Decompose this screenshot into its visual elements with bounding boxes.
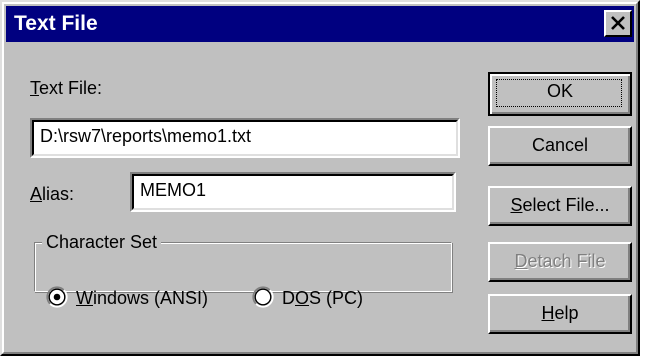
alias-input[interactable]: MEMO1 (130, 172, 456, 212)
text-file-input[interactable]: D:\rsw7\reports\memo1.txt (30, 118, 460, 158)
title-bar[interactable]: Text File (6, 6, 634, 42)
select-file-mnemonic: S (510, 195, 523, 215)
window-title: Text File (14, 12, 98, 35)
radio-selected-dot (53, 293, 61, 301)
text-file-value[interactable]: D:\rsw7\reports\memo1.txt (32, 120, 458, 156)
alias-label-mnemonic: A (30, 184, 43, 204)
dos-pc-text: S (PC) (309, 288, 364, 308)
ok-button[interactable]: OK (488, 72, 632, 116)
detach-file-mnemonic: D (514, 251, 528, 271)
help-mnemonic: H (541, 303, 555, 323)
character-set-title: Character Set (42, 232, 162, 253)
windows-ansi-label[interactable]: Windows (ANSI) (76, 288, 208, 309)
cancel-button[interactable]: Cancel (488, 126, 632, 166)
help-button[interactable]: Help (488, 294, 632, 334)
ok-button-label: OK (546, 81, 573, 101)
text-file-label-text: ext File: (39, 78, 103, 98)
alias-label: Alias: (30, 184, 74, 205)
close-button[interactable] (604, 10, 632, 37)
select-file-text: elect File... (522, 195, 610, 215)
dos-pc-mnemonic: O (295, 288, 310, 308)
cancel-button-label: Cancel (531, 135, 589, 155)
detach-file-button-label: Detach File (514, 251, 605, 271)
alias-value[interactable]: MEMO1 (132, 174, 454, 210)
select-file-button-label: Select File... (510, 195, 609, 215)
text-file-dialog: Text File Text File: D:\rsw7\reports\mem… (0, 0, 640, 356)
windows-ansi-radio[interactable] (46, 286, 68, 308)
dos-pc-text-pre: D (282, 288, 295, 308)
dos-pc-radio[interactable] (252, 286, 274, 308)
detach-file-button: Detach File (488, 242, 632, 282)
alias-label-text: lias: (42, 184, 75, 204)
windows-ansi-text: indows (ANSI) (93, 288, 209, 308)
dos-pc-label[interactable]: DOS (PC) (282, 288, 363, 309)
detach-file-text: etach File (527, 251, 606, 271)
windows-ansi-mnemonic: W (76, 288, 93, 308)
close-icon (611, 16, 625, 30)
help-text: elp (554, 303, 579, 323)
select-file-button[interactable]: Select File... (488, 186, 632, 226)
text-file-label: Text File: (30, 78, 102, 99)
help-button-label: Help (541, 303, 578, 323)
text-file-label-mnemonic: T (30, 78, 39, 98)
